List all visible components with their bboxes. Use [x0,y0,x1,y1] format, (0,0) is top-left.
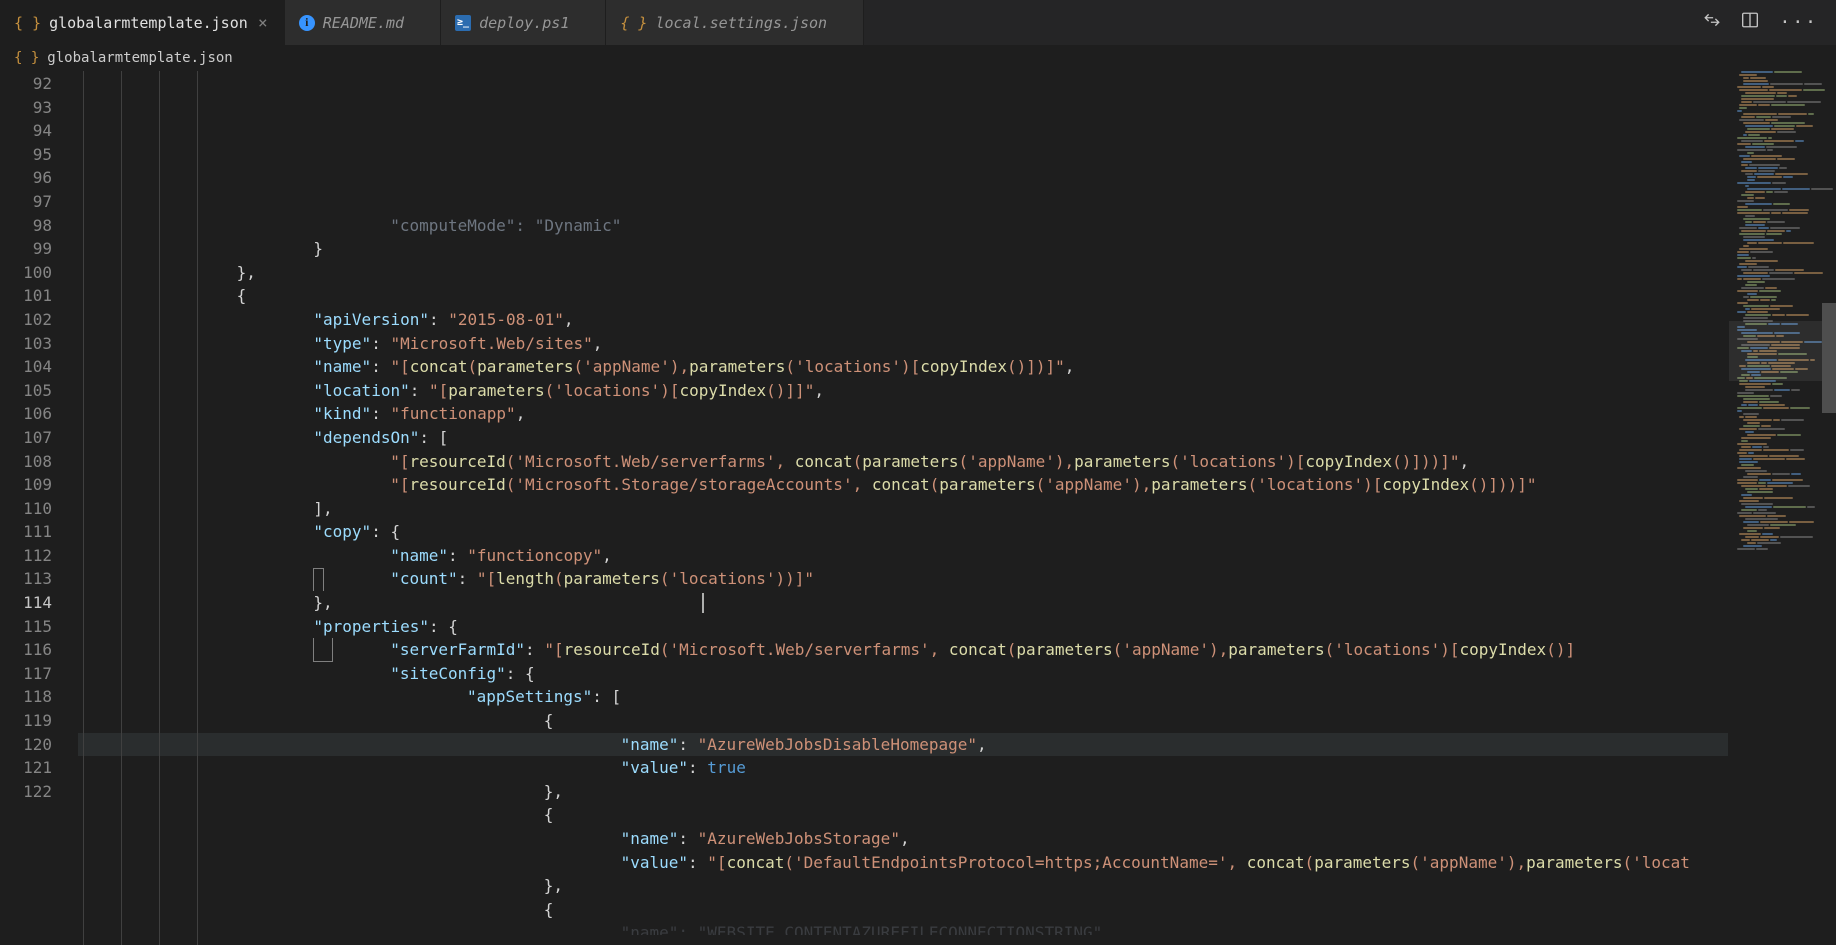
code-line[interactable]: ], [78,497,1728,521]
code-line[interactable]: "dependsOn": [ [78,426,1728,450]
code-line[interactable]: "location": "[parameters('locations')[co… [78,379,1728,403]
code-line[interactable]: "kind": "functionapp", [78,402,1728,426]
tab-label: deploy.ps1 [479,14,569,32]
breadcrumb[interactable]: { } globalarmtemplate.json [0,45,1836,71]
code-line[interactable]: }, [78,261,1728,285]
code-line[interactable]: { [78,803,1728,827]
tab-deploy-ps1[interactable]: ≥_deploy.ps1× [441,0,606,45]
code-line[interactable]: "value": "[concat('DefaultEndpointsProto… [78,851,1728,875]
tab-globalarmtemplate-json[interactable]: { } globalarmtemplate.json × [0,0,285,45]
minimap[interactable] [1728,71,1836,945]
code-line[interactable]: "count": "[length(parameters('locations'… [78,567,1728,591]
code-line[interactable]: "name": "WEBSITE_CONTENTAZUREFILECONNECT… [78,921,1728,935]
minimap-viewport[interactable] [1729,321,1836,381]
code-line[interactable]: "copy": { [78,520,1728,544]
code-line[interactable]: "properties": { [78,615,1728,639]
code-line[interactable]: "name": "functioncopy", [78,544,1728,568]
code-line[interactable]: "[resourceId('Microsoft.Web/serverfarms'… [78,450,1728,474]
bracket-match-guide [313,568,324,592]
line-number-gutter: 9293949596979899100101102103104105106107… [0,71,78,945]
compare-changes-icon[interactable] [1703,11,1721,34]
code-line[interactable]: "name": "AzureWebJobsDisableHomepage", [78,733,1728,757]
code-line[interactable]: { [78,709,1728,733]
tab-local-settings-json[interactable]: { }local.settings.json× [606,0,864,45]
code-line[interactable]: }, [78,591,1728,615]
breadcrumb-file: globalarmtemplate.json [47,50,232,66]
code-line[interactable]: { [78,284,1728,308]
json-file-icon: { } [14,14,41,32]
tabs-bar: { } globalarmtemplate.json × i README.md × ≥_ d… [0,0,1836,45]
tab-label: globalarmtemplate.json [49,14,248,32]
code-line[interactable]: { [78,898,1728,922]
tab-label: README.md [323,14,404,32]
json-file-icon: { } [14,50,39,66]
code-line[interactable]: "type": "Microsoft.Web/sites", [78,332,1728,356]
json-file-icon: { } [620,14,647,32]
text-cursor [702,593,704,613]
code-line[interactable]: } [78,237,1728,261]
code-line[interactable]: "name": "[concat(parameters('appName'),p… [78,355,1728,379]
tabs-container: { } globalarmtemplate.json × i README.md × ≥_ d… [0,0,1685,45]
code-line[interactable]: "appSettings": [ [78,685,1728,709]
split-editor-icon[interactable] [1741,11,1759,34]
scrollbar-thumb[interactable] [1822,303,1836,413]
bracket-match-guide [313,638,333,662]
code-editor[interactable]: "computeMode": "Dynamic"}},{"apiVersion"… [78,71,1728,945]
code-line[interactable]: "value": true [78,756,1728,780]
info-icon: i [299,15,315,31]
code-line[interactable]: "name": "AzureWebJobsStorage", [78,827,1728,851]
tab-actions: ··· [1685,11,1836,34]
code-line[interactable]: "apiVersion": "2015-08-01", [78,308,1728,332]
code-line[interactable]: "[resourceId('Microsoft.Storage/storageA… [78,473,1728,497]
powershell-icon: ≥_ [455,15,471,31]
scrollbar[interactable] [1822,71,1836,945]
tab-label: local.settings.json [655,14,827,32]
more-actions-icon[interactable]: ··· [1779,12,1818,33]
code-line[interactable]: "computeMode": "Dynamic" [78,214,1728,238]
editor-area: 9293949596979899100101102103104105106107… [0,71,1836,945]
code-line[interactable]: }, [78,780,1728,804]
code-line[interactable]: "siteConfig": { [78,662,1728,686]
tab-readme-md[interactable]: iREADME.md× [285,0,441,45]
code-line[interactable]: }, [78,874,1728,898]
close-icon[interactable]: × [256,13,270,32]
